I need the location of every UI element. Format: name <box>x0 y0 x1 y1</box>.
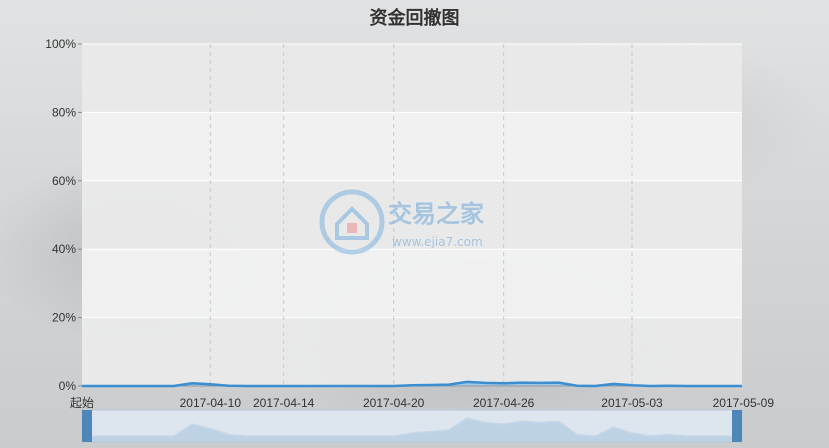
y-tick-label: 60% <box>52 174 76 188</box>
x-tick-label: 2017-05-09 <box>713 396 775 410</box>
plot-band <box>82 317 742 386</box>
plot-band <box>82 44 742 113</box>
watermark-name: 交易之家 <box>388 200 484 228</box>
navigator-handle-right[interactable] <box>732 410 742 442</box>
x-tick-label: 起始 <box>70 396 94 410</box>
x-tick-label: 2017-04-14 <box>253 396 315 410</box>
y-tick-label: 80% <box>52 105 76 119</box>
watermark-house-door <box>347 223 357 233</box>
x-tick-label: 2017-04-20 <box>363 396 425 410</box>
navigator-handle-left[interactable] <box>82 410 92 442</box>
y-tick-label: 100% <box>45 37 76 51</box>
y-tick-label: 40% <box>52 242 76 256</box>
plot-band <box>82 112 742 181</box>
x-tick-label: 2017-04-26 <box>473 396 535 410</box>
y-tick-label: 20% <box>52 311 76 325</box>
y-tick-label: 0% <box>59 379 77 393</box>
plot-band <box>82 249 742 318</box>
watermark-url: www.ejia7.com <box>392 235 483 249</box>
drawdown-chart: 0% 20% 40% 60% 80% 100% 起始 2017-04-10 2017-04-14… <box>45 37 775 443</box>
x-tick-label: 2017-04-10 <box>180 396 242 410</box>
x-tick-label: 2017-05-03 <box>601 396 663 410</box>
